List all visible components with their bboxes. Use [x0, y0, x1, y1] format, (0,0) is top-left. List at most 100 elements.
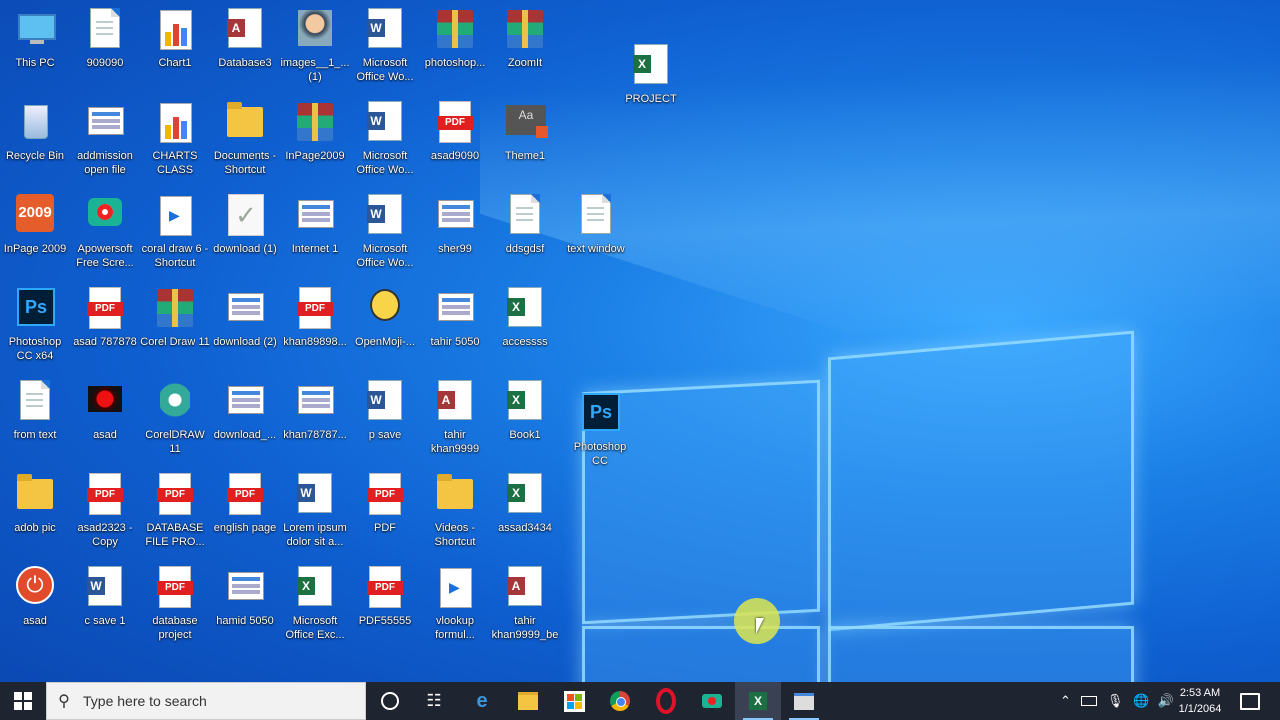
desktop-icon[interactable]: addmission open file — [70, 97, 140, 177]
desktop-icon[interactable]: W Lorem ipsum dolor sit a... — [280, 469, 350, 549]
desktop-icon-label: text window — [567, 243, 625, 255]
power-icon — [14, 564, 56, 610]
desktop-icon-label: Microsoft Office Wo... — [356, 150, 414, 176]
opera-icon — [656, 688, 676, 714]
desktop-icon[interactable]: Atahir khan9999_be — [490, 562, 560, 642]
desktop-icon-label: p save — [368, 429, 402, 441]
desktop-icon[interactable]: 2009 InPage 2009 — [0, 190, 70, 256]
desktop-icon[interactable]: coral draw 6 - Shortcut — [140, 190, 210, 270]
taskbar-search-box[interactable]: ⚲ — [46, 682, 366, 720]
desktop-icon[interactable]: PDF PDF55555 — [350, 562, 420, 628]
desktop-icon[interactable]: ddsgdsf — [490, 190, 560, 256]
desktop-icon[interactable]: PDF asad 787878 — [70, 283, 140, 349]
desktop-icon-label: tahir 5050 — [430, 336, 480, 348]
desktop-icon-label: Corel Draw 11 — [140, 336, 210, 348]
desktop-icon[interactable]: asad — [0, 562, 70, 628]
desktop-icon[interactable]: PDF database project — [140, 562, 210, 642]
opera-button[interactable] — [643, 682, 689, 720]
task-view-button[interactable]: ☷ — [411, 682, 457, 720]
desktop-icon[interactable]: download (2) — [210, 283, 280, 349]
desktop-icon[interactable]: from text — [0, 376, 70, 442]
pdf-icon: PDF — [364, 471, 406, 517]
desktop-icon[interactable]: PDF asad2323 - Copy — [70, 469, 140, 549]
desktop-icon-label: tahir khan9999 — [430, 429, 480, 455]
desktop-icon[interactable]: PDF english page — [210, 469, 280, 535]
cortana-button[interactable] — [367, 682, 413, 720]
desktop-icon[interactable]: Xaccessss — [490, 283, 560, 349]
desktop[interactable]: This PC 909090 Chart1 A Database3 images__1_.… — [0, 0, 1280, 682]
desktop-icon[interactable]: photoshop... — [420, 4, 490, 70]
task-view-icon: ☷ — [426, 691, 442, 710]
desktop-icon[interactable]: InPage2009 — [280, 97, 350, 163]
access-icon: A — [224, 6, 266, 52]
desktop-icon[interactable]: PDF khan89898... — [280, 283, 350, 349]
desktop-icon[interactable]: PDF DATABASE FILE PRO... — [140, 469, 210, 549]
edge-button[interactable]: e — [459, 682, 505, 720]
store-button[interactable] — [551, 682, 597, 720]
thumb-icon — [434, 192, 476, 238]
excel-icon: X — [504, 378, 546, 424]
desktop-icon[interactable]: CorelDRAW 11 — [140, 376, 210, 456]
desktop-icon[interactable]: Wp save — [350, 376, 420, 442]
show-hidden-icons-icon[interactable]: ⌃ — [1060, 693, 1071, 709]
desktop-icon[interactable]: text window — [561, 190, 631, 256]
desktop-icon-label: coral draw 6 - Shortcut — [141, 243, 209, 269]
desktop-icon[interactable]: W Microsoft Office Wo... — [350, 97, 420, 177]
desktop-icon[interactable]: X PROJECT — [616, 40, 686, 106]
action-center-button[interactable] — [1228, 682, 1272, 720]
desktop-icon[interactable]: Atahir khan9999 — [420, 376, 490, 456]
desktop-icon[interactable]: Ps Photoshop CC x64 — [0, 283, 70, 363]
network-icon[interactable]: 🌐 — [1133, 693, 1149, 709]
desktop-icon[interactable]: This PC — [0, 4, 70, 70]
desktop-icon-label: images__1_... (1) — [280, 57, 350, 83]
excel-taskbar-button[interactable]: X — [735, 682, 781, 720]
desktop-icon[interactable]: tahir 5050 — [420, 283, 490, 349]
desktop-icon[interactable]: 909090 — [70, 4, 140, 70]
chrome-button[interactable] — [597, 682, 643, 720]
desktop-icon[interactable]: Corel Draw 11 — [140, 283, 210, 349]
desktop-icon[interactable]: adob pic — [0, 469, 70, 535]
start-button[interactable] — [0, 682, 46, 720]
desktop-icon[interactable]: images__1_... (1) — [280, 4, 350, 84]
desktop-icon[interactable]: download_... — [210, 376, 280, 442]
doc-icon — [14, 378, 56, 424]
desktop-icon[interactable]: Chart1 — [140, 4, 210, 70]
desktop-icon[interactable]: sher99 — [420, 190, 490, 256]
microphone-icon[interactable]: 🎙 — [1107, 693, 1124, 709]
window-taskbar-button[interactable] — [781, 682, 827, 720]
desktop-icon[interactable]: X Microsoft Office Exc... — [280, 562, 350, 642]
desktop-icon-label: OpenMoji-... — [355, 336, 415, 348]
desktop-icon[interactable]: khan78787... — [280, 376, 350, 442]
desktop-icon[interactable]: PDF asad9090 — [420, 97, 490, 163]
battery-icon[interactable] — [1080, 696, 1097, 706]
desktop-icon[interactable]: hamid 5050 — [210, 562, 280, 628]
camera-button[interactable] — [689, 682, 735, 720]
desktop-icon-label: tahir khan9999_be — [491, 615, 559, 641]
desktop-icon[interactable]: asad — [70, 376, 140, 442]
desktop-icon[interactable]: A Database3 — [210, 4, 280, 70]
file-explorer-button[interactable] — [505, 682, 551, 720]
desktop-icon[interactable]: OpenMoji-... — [350, 283, 420, 349]
desktop-icon[interactable]: Documents - Shortcut — [210, 97, 280, 177]
wallpaper-window-pane — [828, 626, 1134, 682]
desktop-icon[interactable]: PDF PDF — [350, 469, 420, 535]
desktop-icon[interactable]: Apowersoft Free Scre... — [70, 190, 140, 270]
desktop-icon[interactable]: vlookup formul... — [420, 562, 490, 642]
desktop-icon[interactable]: Internet 1 — [280, 190, 350, 256]
desktop-icon[interactable]: Videos - Shortcut — [420, 469, 490, 549]
desktop-icon[interactable]: CHARTS CLASS — [140, 97, 210, 177]
desktop-icon[interactable]: Wc save 1 — [70, 562, 140, 628]
desktop-icon[interactable]: W Microsoft Office Wo... — [350, 190, 420, 270]
desktop-icon-label: khan89898... — [283, 336, 347, 348]
search-input[interactable] — [81, 692, 345, 710]
clock[interactable]: 2:53 AM 1/1/2064 — [1170, 685, 1230, 717]
desktop-icon[interactable]: Aa Theme1 — [490, 97, 560, 163]
desktop-icon[interactable]: Recycle Bin — [0, 97, 70, 163]
desktop-icon[interactable]: ZoomIt — [490, 4, 560, 70]
pdf-icon: PDF — [84, 471, 126, 517]
desktop-icon[interactable]: download (1) — [210, 190, 280, 256]
desktop-icon[interactable]: Xassad3434 — [490, 469, 560, 535]
desktop-icon[interactable]: X Book1 — [490, 376, 560, 442]
desktop-icon[interactable]: W Microsoft Office Wo... — [350, 4, 420, 84]
desktop-icon[interactable]: Ps Photoshop CC — [565, 388, 635, 468]
